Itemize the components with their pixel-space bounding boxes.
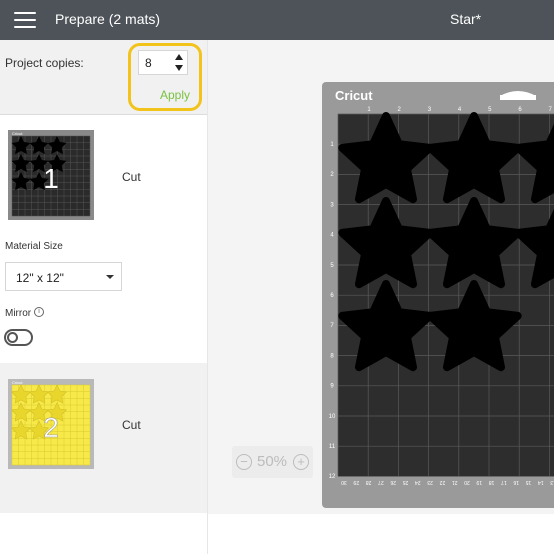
material-size-value: 12" x 12" (16, 271, 64, 285)
ruler-bottom-label: 23 (427, 479, 433, 485)
ruler-bottom-label: 25 (403, 479, 409, 485)
ruler-bottom-label: 18 (489, 479, 495, 485)
project-copies-label: Project copies: (5, 56, 84, 70)
info-icon[interactable]: i (34, 307, 44, 317)
mirror-toggle[interactable] (4, 329, 33, 346)
ruler-bottom-label: 22 (439, 479, 445, 485)
hamburger-menu-icon[interactable] (14, 12, 36, 28)
zoom-out-button[interactable]: − (236, 454, 252, 470)
increment-arrow-icon[interactable] (173, 52, 185, 62)
ruler-bottom-label: 20 (464, 479, 470, 485)
mats-panel: Project copies: 8 Apply Cricut 1 Cut Mat… (0, 40, 207, 554)
project-copies-value: 8 (145, 56, 152, 70)
project-copies-input[interactable]: 8 (138, 50, 188, 75)
material-size-select[interactable]: 12" x 12" (5, 262, 122, 291)
cricut-logo: Cricut (335, 88, 373, 103)
ruler-bottom-label: 28 (366, 479, 372, 485)
svg-text:Cricut: Cricut (12, 131, 23, 136)
toggle-knob (7, 332, 18, 343)
apply-button[interactable]: Apply (160, 88, 190, 102)
ruler-left-label: 11 (329, 444, 336, 450)
mat-1-action: Cut (122, 170, 141, 184)
ruler-bottom-label: 26 (390, 479, 396, 485)
canvas-footer (208, 514, 554, 554)
zoom-in-button[interactable]: + (293, 454, 309, 470)
chevron-down-icon (106, 275, 114, 279)
mat-row-1[interactable]: Cricut 1 Cut (0, 120, 207, 230)
ruler-left-label: 12 (329, 474, 336, 480)
page-title: Prepare (2 mats) (55, 11, 161, 27)
project-name: Star* (450, 11, 482, 27)
zoom-control: − 50% + (232, 446, 313, 478)
svg-text:Cricut: Cricut (12, 380, 23, 385)
ruler-bottom-label: 27 (378, 479, 384, 485)
project-copies-section: Project copies: 8 Apply (0, 40, 207, 115)
decrement-arrow-icon[interactable] (173, 63, 185, 73)
ruler-bottom-label: 30 (341, 479, 347, 485)
top-bar: Prepare (2 mats) Star* (0, 0, 554, 40)
ruler-bottom-label: 24 (415, 479, 421, 485)
prepare-screen: Prepare (2 mats) Star* Project copies: 8… (0, 0, 554, 554)
material-size-label: Material Size (5, 241, 63, 252)
ruler-left-label: 10 (329, 414, 336, 420)
mat-hang-tab (500, 95, 536, 100)
mat-preview[interactable]: Cricut 1234567 123456789101112 30 29 28 27 2… (322, 82, 554, 508)
mat-2-number: 2 (43, 412, 59, 443)
mat-2-action: Cut (122, 418, 141, 432)
ruler-bottom-label: 29 (353, 479, 359, 485)
mat-2-thumbnail[interactable]: Cricut 2 (8, 379, 94, 469)
mat-1-thumbnail[interactable]: Cricut 1 (8, 130, 94, 220)
mat-1-number: 1 (43, 163, 59, 194)
ruler-bottom-label: 16 (513, 479, 519, 485)
mat-row-2[interactable]: Cricut 2 Cut (0, 363, 207, 513)
ruler-bottom-label: 19 (476, 479, 482, 485)
ruler-bottom-label: 21 (452, 479, 458, 485)
zoom-level: 50% (257, 453, 288, 470)
mirror-label: Mirror (5, 308, 32, 319)
ruler-bottom-label: 13 (550, 479, 554, 485)
ruler-bottom-label: 14 (538, 479, 544, 485)
ruler-bottom-label: 15 (526, 479, 532, 485)
ruler-bottom-label: 17 (501, 479, 507, 485)
